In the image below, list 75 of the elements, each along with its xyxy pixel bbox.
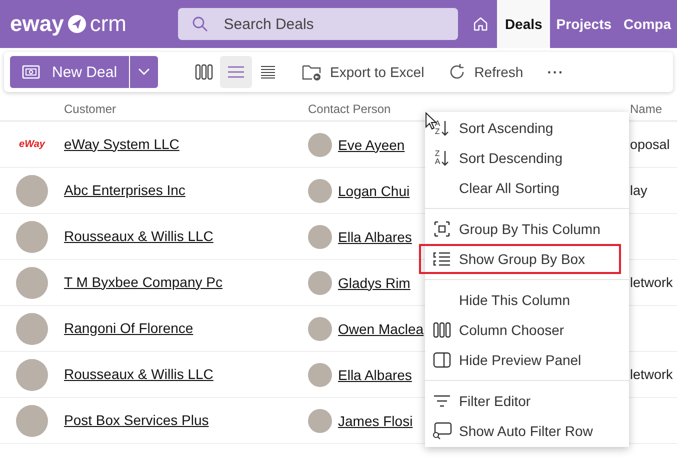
avatar-circle xyxy=(16,312,48,344)
nav-tab[interactable]: Deals xyxy=(496,0,550,48)
contact-link[interactable]: Gladys Rim xyxy=(338,274,410,290)
search-field[interactable]: Search Deals xyxy=(178,8,458,40)
new-deal-button[interactable]: New Deal xyxy=(10,56,130,88)
list-view-button[interactable] xyxy=(220,56,252,88)
column-header[interactable]: Name xyxy=(503,102,677,116)
sort-letter: A xyxy=(434,120,440,128)
avatar-circle xyxy=(308,224,332,248)
sort-letter: A xyxy=(434,158,440,166)
avatar-circle xyxy=(16,174,48,206)
sort-letter: Z xyxy=(434,128,440,136)
company-logo: eWay xyxy=(19,139,45,150)
menu-item[interactable]: Clear All Sorting xyxy=(425,173,621,203)
avatar-circle xyxy=(16,358,48,390)
search-icon xyxy=(192,16,208,32)
down-arrow-icon xyxy=(441,120,450,136)
customer-link[interactable]: Rousseaux & Willis LLC xyxy=(64,366,214,382)
deal-name: oposal xyxy=(630,136,670,152)
group-icon xyxy=(433,220,451,238)
compact-list-icon xyxy=(260,65,276,79)
contact-link[interactable]: James Flosi xyxy=(338,412,413,428)
menu-item[interactable]: Show Group By Box xyxy=(419,244,621,274)
app-logo[interactable]: eway crm xyxy=(10,11,163,37)
customer-link[interactable]: Rousseaux & Willis LLC xyxy=(64,228,214,244)
columns-icon xyxy=(195,64,214,80)
refresh-button[interactable]: Refresh xyxy=(442,56,530,88)
menu-item[interactable]: Show Auto Filter Row xyxy=(425,416,621,446)
contact-link[interactable]: Ella Albares xyxy=(338,366,412,382)
chevron-down-icon xyxy=(138,68,150,76)
deal-name: letwork xyxy=(630,274,673,290)
menu-item[interactable]: Z A Sort Descending xyxy=(425,143,621,173)
avatar-circle xyxy=(16,220,48,252)
nav-tab[interactable]: Projects xyxy=(550,0,618,48)
refresh-icon xyxy=(448,63,466,81)
avatar-circle xyxy=(308,362,332,386)
avatar-circle xyxy=(308,408,332,432)
avatar-circle xyxy=(16,404,48,436)
more-button[interactable]: ··· xyxy=(541,56,570,88)
contact-link[interactable]: Owen Maclea xyxy=(338,320,424,336)
customer-link[interactable]: T M Byxbee Company Pc xyxy=(64,274,222,290)
list-icon xyxy=(227,65,246,79)
avatar-circle xyxy=(308,178,332,202)
menu-item[interactable]: Column Chooser xyxy=(425,315,621,345)
folder-icon xyxy=(302,63,322,81)
panel-icon xyxy=(433,352,451,368)
avatar-circle xyxy=(308,132,332,156)
contact-link[interactable]: Logan Chui xyxy=(338,182,410,198)
avatar-circle xyxy=(308,270,332,294)
menu-item[interactable]: Hide Preview Panel xyxy=(425,345,621,375)
customer-link[interactable]: Abc Enterprises Inc xyxy=(64,182,186,198)
customer-link[interactable]: Rangoni Of Florence xyxy=(64,320,194,336)
customer-link[interactable]: eWay System LLC xyxy=(64,136,180,152)
down-arrow-icon xyxy=(441,150,450,166)
grouped-list-icon xyxy=(433,251,451,267)
column-header[interactable]: Customer xyxy=(64,102,308,116)
banknote-icon xyxy=(22,65,40,79)
dropdown-button[interactable] xyxy=(130,56,158,88)
export-button[interactable]: Export to Excel xyxy=(296,56,430,88)
column-header[interactable]: Contact Person xyxy=(308,102,503,116)
contact-link[interactable]: Ella Albares xyxy=(338,228,412,244)
menu-item[interactable]: Filter Editor xyxy=(425,386,621,416)
menu-item[interactable]: Hide This Column xyxy=(425,285,621,315)
avatar-circle xyxy=(308,316,332,340)
nav-tab[interactable]: Compa xyxy=(618,0,677,48)
customer-link[interactable]: Post Box Services Plus xyxy=(64,412,209,428)
columns-icon xyxy=(433,322,451,338)
deal-name: lay xyxy=(630,182,648,198)
menu-item[interactable]: Group By This Column xyxy=(425,214,621,244)
filter-icon xyxy=(433,394,451,408)
deal-name: letwork xyxy=(630,366,673,382)
contact-link[interactable]: Eve Ayeen xyxy=(338,136,405,152)
avatar-circle xyxy=(16,266,48,298)
sort-letter: Z xyxy=(434,150,440,158)
filter-row-icon xyxy=(432,422,452,440)
